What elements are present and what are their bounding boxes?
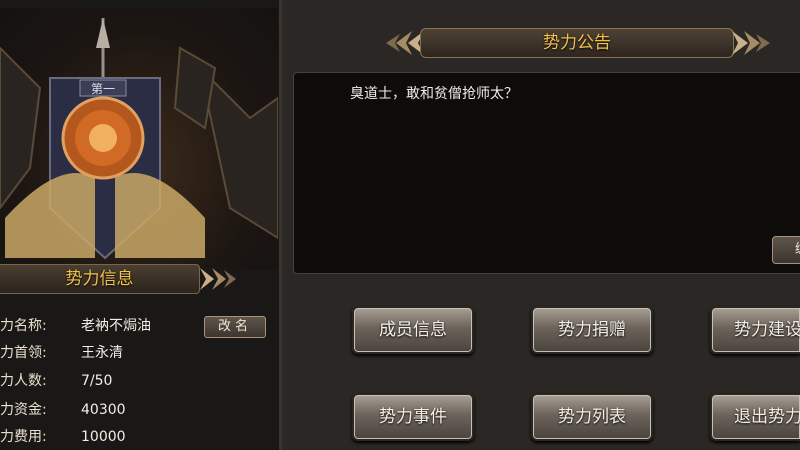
guild-leader-value: 王永清: [81, 345, 123, 361]
guild-cost-value: 10000: [81, 429, 126, 445]
guild-name-value: 老衲不焗油: [81, 318, 151, 334]
guild-members-row: 力人数: 7/50: [0, 371, 282, 391]
guild-emblem: 第一: [0, 8, 278, 270]
guild-build-button[interactable]: 势力建设: [710, 306, 800, 354]
guild-name-label: 力名称:: [0, 318, 47, 334]
guild-members-label: 力人数:: [0, 373, 47, 389]
chevron-right-icon: [732, 31, 770, 55]
guild-events-button[interactable]: 势力事件: [352, 393, 474, 441]
leave-guild-button[interactable]: 退出势力: [710, 393, 800, 441]
guild-cost-label: 力费用:: [0, 429, 47, 445]
chevron-right-icon: [200, 268, 236, 290]
guild-funds-value: 40300: [81, 402, 126, 418]
guild-name-row: 力名称: 老衲不焗油: [0, 316, 282, 336]
notice-title: 势力公告: [420, 28, 734, 58]
edit-notice-button[interactable]: 编: [772, 236, 800, 264]
guild-list-button[interactable]: 势力列表: [531, 393, 653, 441]
guild-funds-label: 力资金:: [0, 402, 47, 418]
guild-funds-row: 力资金: 40300: [0, 400, 282, 420]
member-info-button[interactable]: 成员信息: [352, 306, 474, 354]
guild-info-title: 势力信息: [0, 264, 200, 294]
guild-cost-row: 力费用: 10000: [0, 427, 282, 447]
banner-text: 第一: [91, 82, 115, 96]
notice-text: 臭道士，敢和贫僧抢师太？: [350, 86, 518, 102]
guild-leader-row: 力首领: 王永清: [0, 343, 282, 363]
guild-leader-label: 力首领:: [0, 345, 47, 361]
guild-donate-button[interactable]: 势力捐赠: [531, 306, 653, 354]
guild-members-value: 7/50: [81, 373, 113, 389]
